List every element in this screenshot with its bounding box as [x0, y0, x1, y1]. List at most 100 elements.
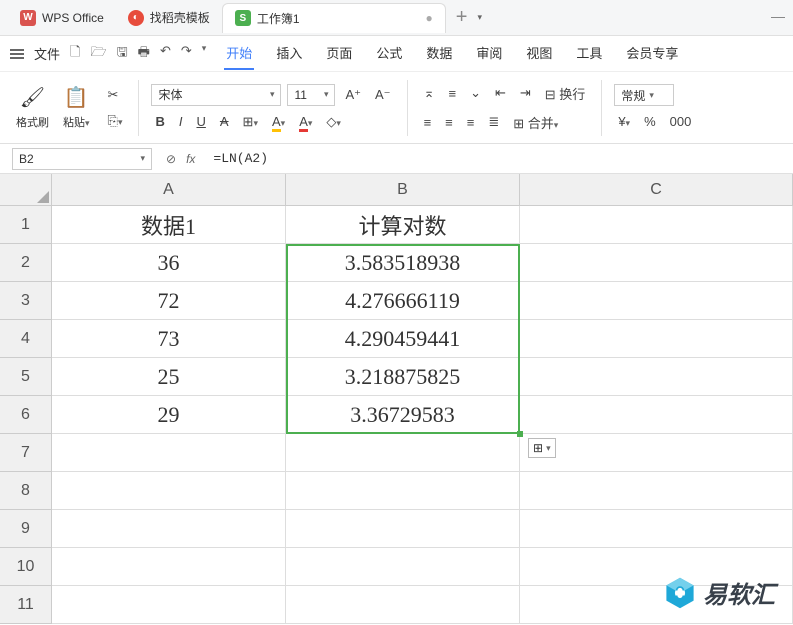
file-menu[interactable]: 文件 — [34, 44, 60, 63]
shrink-font-button[interactable]: A⁻ — [371, 85, 395, 105]
row-header[interactable]: 4 — [0, 320, 52, 358]
cell[interactable]: 数据1 — [52, 206, 286, 244]
cell[interactable]: 36 — [52, 244, 286, 282]
decrease-indent-button[interactable]: ⇤ — [491, 83, 510, 103]
format-painter-button[interactable]: 🖌 格式刷 — [16, 85, 49, 130]
save-icon[interactable]: 🖫 — [117, 43, 128, 65]
cell[interactable]: 73 — [52, 320, 286, 358]
cut-icon[interactable]: ✂ — [104, 85, 123, 105]
cell[interactable] — [520, 510, 793, 548]
window-control-icon[interactable] — [771, 17, 785, 18]
tab-dropdown-icon[interactable]: ▾ — [477, 12, 482, 23]
cell[interactable] — [520, 206, 793, 244]
cell[interactable] — [520, 434, 793, 472]
row-header[interactable]: 9 — [0, 510, 52, 548]
align-right-button[interactable]: ≡ — [463, 113, 479, 132]
print-icon[interactable]: 🖶 — [138, 43, 150, 65]
cell[interactable] — [520, 244, 793, 282]
tab-formula[interactable]: 公式 — [374, 37, 404, 70]
grow-font-button[interactable]: A⁺ — [341, 85, 365, 105]
merge-button[interactable]: ⊞ 合并▾ — [509, 111, 562, 134]
col-header-c[interactable]: C — [520, 174, 793, 206]
wrap-text-button[interactable]: ⊟ 换行 — [541, 82, 590, 105]
align-center-button[interactable]: ≡ — [441, 113, 457, 132]
increase-indent-button[interactable]: ⇥ — [516, 83, 535, 103]
redo-icon[interactable]: ↷ — [181, 43, 192, 65]
autofill-options-button[interactable]: ⊞▾ — [528, 438, 556, 458]
cell[interactable] — [52, 434, 286, 472]
cell[interactable] — [52, 472, 286, 510]
hamburger-icon[interactable] — [10, 49, 24, 59]
font-name-select[interactable]: 宋体▾ — [151, 84, 281, 106]
row-header[interactable]: 7 — [0, 434, 52, 472]
fill-color-button[interactable]: А▾ — [268, 112, 289, 131]
italic-button[interactable]: I — [175, 112, 187, 131]
justify-button[interactable]: ≣ — [484, 112, 503, 132]
row-header[interactable]: 11 — [0, 586, 52, 624]
align-left-button[interactable]: ≡ — [420, 113, 436, 132]
number-format-select[interactable]: 常规▾ — [614, 84, 674, 106]
align-middle-button[interactable]: ≡ — [444, 84, 460, 103]
formula-input[interactable]: =LN(A2) — [209, 151, 781, 166]
cell[interactable]: 29 — [52, 396, 286, 434]
tab-tools[interactable]: 工具 — [574, 37, 604, 70]
cell[interactable] — [286, 548, 520, 586]
tab-review[interactable]: 审阅 — [474, 37, 504, 70]
row-header[interactable]: 10 — [0, 548, 52, 586]
cancel-icon[interactable]: ⊘ — [166, 152, 176, 166]
clear-format-button[interactable]: ◇▾ — [322, 112, 345, 132]
tab-insert[interactable]: 插入 — [274, 37, 304, 70]
cell[interactable] — [520, 472, 793, 510]
cell[interactable] — [286, 510, 520, 548]
bold-button[interactable]: B — [151, 112, 168, 131]
add-tab-button[interactable]: + — [446, 6, 478, 29]
row-header[interactable]: 6 — [0, 396, 52, 434]
tab-page[interactable]: 页面 — [324, 37, 354, 70]
cell[interactable] — [52, 586, 286, 624]
cell[interactable]: 4.276666119 — [286, 282, 520, 320]
cell[interactable]: 72 — [52, 282, 286, 320]
font-size-select[interactable]: 11▾ — [287, 84, 335, 106]
copy-icon[interactable]: ⎘▾ — [104, 111, 127, 131]
currency-button[interactable]: ¥▾ — [614, 112, 634, 131]
app-tab-template[interactable]: ◐ 找稻壳模板 — [116, 3, 222, 32]
thousands-button[interactable]: 000 — [666, 112, 696, 131]
cell[interactable] — [286, 586, 520, 624]
tab-data[interactable]: 数据 — [424, 37, 454, 70]
tab-home[interactable]: 开始 — [224, 37, 254, 70]
col-header-b[interactable]: B — [286, 174, 520, 206]
select-all-corner[interactable] — [0, 174, 52, 206]
open-icon[interactable]: 🗁 — [90, 43, 106, 65]
new-icon[interactable]: 🗋 — [70, 43, 80, 65]
cell[interactable] — [520, 320, 793, 358]
row-header[interactable]: 8 — [0, 472, 52, 510]
cell[interactable]: 3.218875825 — [286, 358, 520, 396]
tab-member[interactable]: 会员专享 — [624, 37, 680, 70]
name-box[interactable]: B2 ▾ — [12, 148, 152, 170]
align-top-button[interactable]: ⌅ — [420, 83, 439, 103]
paste-button[interactable]: 📋 粘贴▾ — [63, 85, 90, 130]
percent-button[interactable]: % — [640, 112, 660, 131]
cell[interactable]: 3.583518938 — [286, 244, 520, 282]
cell[interactable] — [520, 396, 793, 434]
row-header[interactable]: 5 — [0, 358, 52, 396]
tab-view[interactable]: 视图 — [524, 37, 554, 70]
col-header-a[interactable]: A — [52, 174, 286, 206]
app-tab-workbook[interactable]: S 工作簿1 ● — [222, 3, 446, 33]
qat-dropdown-icon[interactable]: ▾ — [202, 43, 207, 65]
undo-icon[interactable]: ↶ — [160, 43, 171, 65]
align-bottom-button[interactable]: ⌄ — [466, 83, 485, 103]
cell[interactable]: 25 — [52, 358, 286, 396]
row-header[interactable]: 2 — [0, 244, 52, 282]
font-color-button[interactable]: A▾ — [295, 112, 316, 131]
cell[interactable] — [286, 472, 520, 510]
row-header[interactable]: 3 — [0, 282, 52, 320]
row-header[interactable]: 1 — [0, 206, 52, 244]
underline-button[interactable]: U — [192, 112, 209, 131]
cell[interactable] — [52, 510, 286, 548]
cell[interactable] — [286, 434, 520, 472]
fill-handle[interactable] — [517, 431, 523, 437]
cell[interactable]: 计算对数 — [286, 206, 520, 244]
cell[interactable] — [52, 548, 286, 586]
cell[interactable] — [520, 358, 793, 396]
